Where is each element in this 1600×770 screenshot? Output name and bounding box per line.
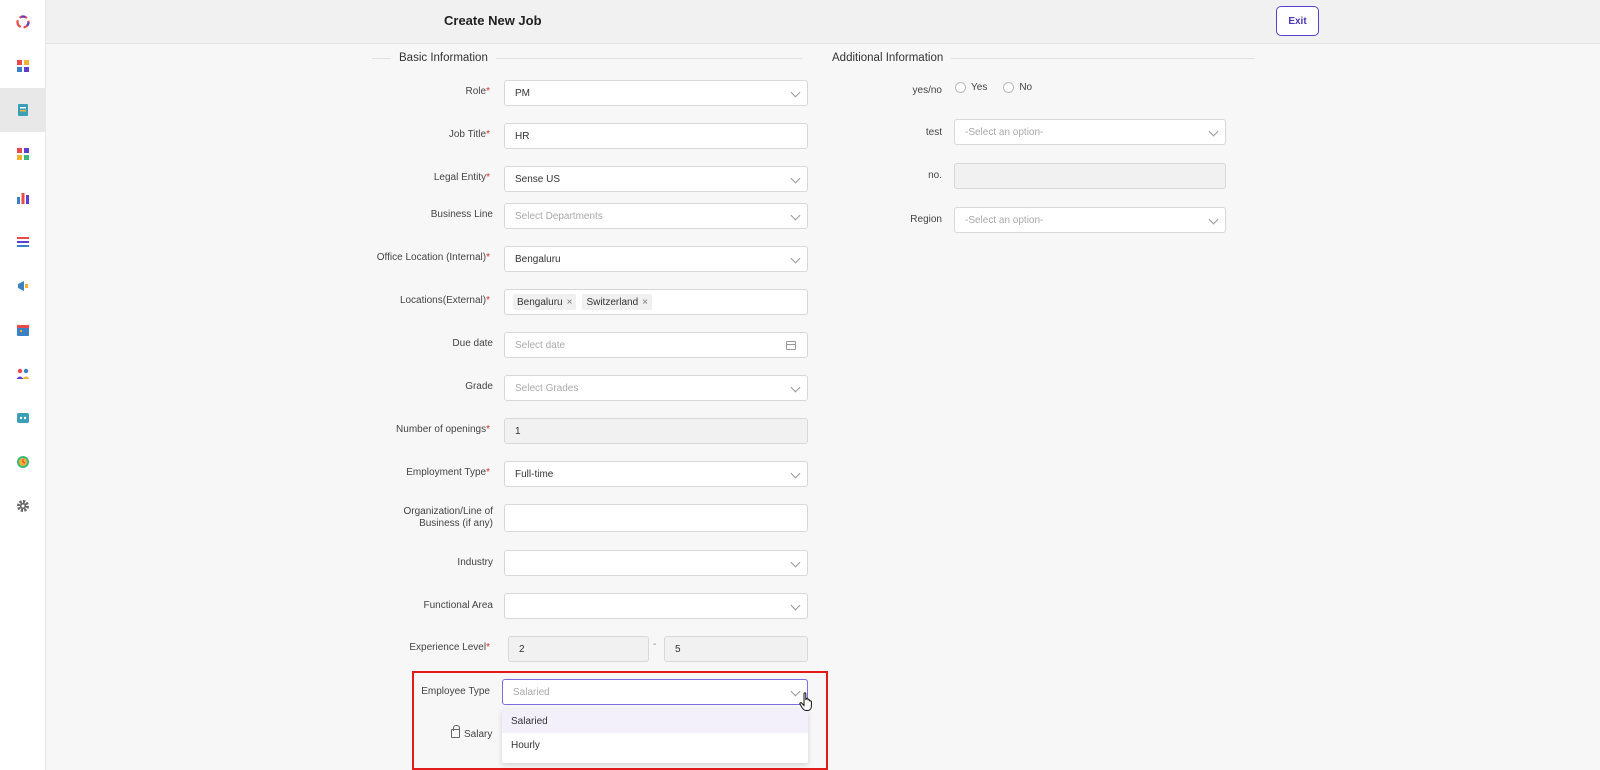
yesno-label: yes/no xyxy=(912,85,942,96)
radio-yes[interactable]: Yes xyxy=(955,82,987,93)
sidebar xyxy=(0,0,46,770)
experience-max-input[interactable]: 5 xyxy=(664,636,808,662)
experience-level-label: Experience Level* xyxy=(409,642,490,653)
arrows-icon xyxy=(17,148,29,160)
megaphone-icon xyxy=(18,281,28,291)
organization-input[interactable] xyxy=(504,504,808,532)
gear-icon xyxy=(17,500,29,512)
chevron-down-icon xyxy=(790,210,801,221)
job-title-input[interactable]: HR xyxy=(504,123,808,149)
chevron-down-icon xyxy=(790,173,801,184)
sidebar-item-settings[interactable] xyxy=(0,484,46,528)
due-date-picker[interactable]: Select date xyxy=(504,332,808,358)
bar-chart-icon xyxy=(17,193,29,204)
sidebar-item-reports[interactable] xyxy=(0,176,46,220)
industry-select[interactable] xyxy=(504,550,808,576)
exit-button[interactable]: Exit xyxy=(1276,6,1319,36)
chevron-down-icon xyxy=(790,600,801,611)
remove-tag-icon[interactable]: × xyxy=(642,297,648,308)
no-input[interactable] xyxy=(954,163,1226,189)
document-icon xyxy=(18,104,28,116)
section-title-basic: Basic Information xyxy=(399,52,488,64)
chevron-down-icon xyxy=(1208,214,1219,225)
office-location-label: Office Location (Internal)* xyxy=(376,252,490,263)
radio-circle-icon xyxy=(1003,82,1015,93)
office-location-select[interactable]: Bengaluru xyxy=(504,246,808,272)
sidebar-item-campaigns[interactable] xyxy=(0,264,46,308)
chevron-down-icon xyxy=(790,87,801,98)
dashboard-icon xyxy=(17,60,29,72)
business-line-label: Business Line xyxy=(430,209,493,220)
sidebar-item-lists[interactable] xyxy=(0,220,46,264)
remove-tag-icon[interactable]: × xyxy=(567,297,573,308)
dropdown-option-salaried[interactable]: Salaried xyxy=(502,709,808,733)
locations-external-multiselect[interactable]: Bengaluru × Switzerland × xyxy=(504,289,808,315)
due-date-label: Due date xyxy=(452,338,493,349)
chevron-down-icon xyxy=(790,557,801,568)
job-title-label: Job Title* xyxy=(448,129,490,140)
locations-external-label: Locations(External)* xyxy=(399,295,490,306)
radio-no[interactable]: No xyxy=(1003,82,1032,93)
range-separator: - xyxy=(653,639,657,650)
additional-information-header: Additional Information xyxy=(825,50,1255,66)
employee-type-dropdown: Salaried Hourly xyxy=(502,709,808,763)
sidebar-item-bot[interactable] xyxy=(0,396,46,440)
calendar-icon xyxy=(786,341,796,350)
legal-entity-label: Legal Entity* xyxy=(433,172,490,183)
openings-label: Number of openings* xyxy=(396,424,490,435)
employment-type-label: Employment Type* xyxy=(406,467,490,478)
sidebar-item-pipeline[interactable] xyxy=(0,132,46,176)
chat-bot-icon xyxy=(17,413,29,423)
chevron-down-icon xyxy=(790,468,801,479)
test-label: test xyxy=(925,127,942,138)
radio-circle-icon xyxy=(955,82,966,93)
page-title: Create New Job xyxy=(444,13,542,28)
employment-type-select[interactable]: Full-time xyxy=(504,461,808,487)
sidebar-item-jobs[interactable] xyxy=(0,88,46,132)
openings-input[interactable]: 1 xyxy=(504,418,808,444)
chevron-down-icon xyxy=(1208,126,1219,137)
chevron-down-icon xyxy=(790,253,801,264)
yesno-radio-group: Yes No xyxy=(955,82,1048,93)
list-icon xyxy=(17,237,29,247)
region-select[interactable]: -Select an option- xyxy=(954,207,1226,233)
sidebar-item-dashboard[interactable] xyxy=(0,44,46,88)
sidebar-item-time[interactable] xyxy=(0,440,46,484)
role-label: Role* xyxy=(465,86,490,97)
calendar-icon xyxy=(17,325,29,336)
functional-area-select[interactable] xyxy=(504,593,808,619)
region-label: Region xyxy=(910,214,942,225)
role-select[interactable]: PM xyxy=(504,80,808,106)
people-icon xyxy=(16,368,30,379)
legal-entity-select[interactable]: Sense US xyxy=(504,166,808,192)
sidebar-item-people[interactable] xyxy=(0,352,46,396)
test-select[interactable]: -Select an option- xyxy=(954,119,1226,145)
hand-cursor-icon xyxy=(799,692,812,711)
organization-label: Organization/Line of Business (if any) xyxy=(403,506,493,529)
sidebar-item-calendar[interactable] xyxy=(0,308,46,352)
experience-min-input[interactable]: 2 xyxy=(508,636,649,662)
section-title-additional: Additional Information xyxy=(832,52,944,64)
functional-area-label: Functional Area xyxy=(423,600,494,611)
industry-label: Industry xyxy=(457,557,493,568)
app-logo[interactable] xyxy=(0,0,46,44)
grade-label: Grade xyxy=(465,381,493,392)
no-label: no. xyxy=(928,170,942,181)
page-header: Create New Job Exit xyxy=(46,0,1600,44)
chevron-down-icon xyxy=(790,382,801,393)
location-tag: Switzerland × xyxy=(582,294,652,310)
business-line-select[interactable]: Select Departments xyxy=(504,203,808,229)
location-tag: Bengaluru × xyxy=(513,294,577,310)
logo-icon xyxy=(16,15,30,29)
dropdown-option-hourly[interactable]: Hourly xyxy=(502,733,808,757)
basic-information-header: Basic Information xyxy=(372,50,802,66)
grade-select[interactable]: Select Grades xyxy=(504,375,808,401)
clock-icon xyxy=(17,456,29,468)
